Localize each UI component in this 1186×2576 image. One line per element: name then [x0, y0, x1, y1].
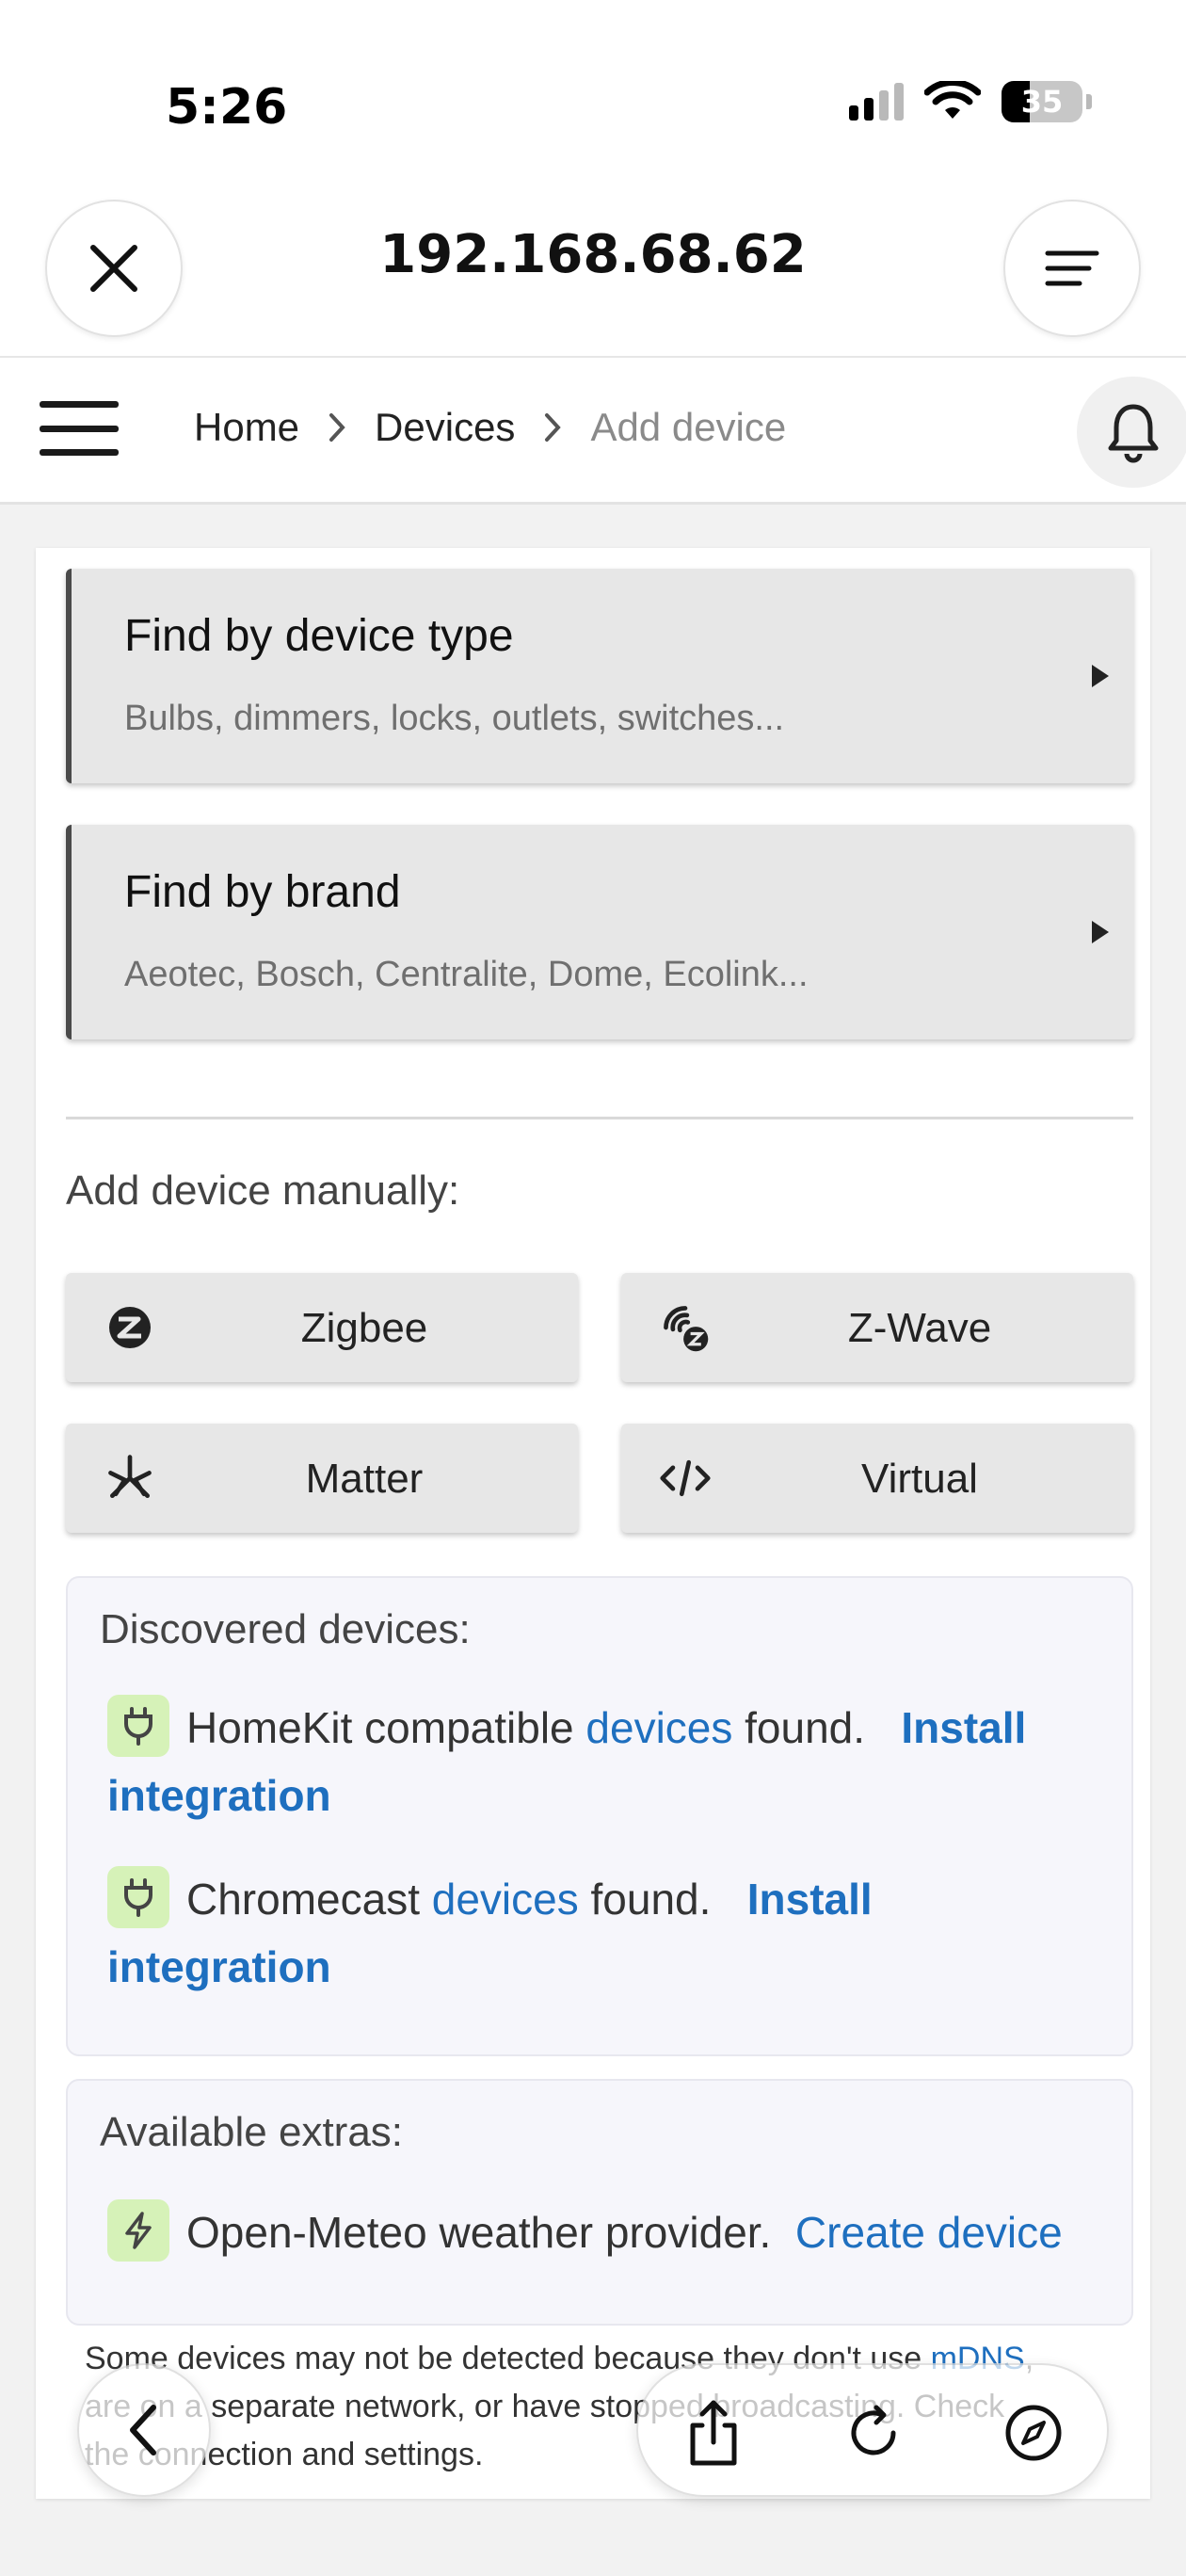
browser-menu-button[interactable]	[1003, 200, 1141, 337]
share-icon	[690, 2400, 737, 2466]
button-label: Z-Wave	[847, 1305, 992, 1351]
extra-text: Open-Meteo weather provider.	[186, 2208, 772, 2257]
play-arrow-icon	[1092, 665, 1109, 687]
reload-button[interactable]	[836, 2395, 911, 2471]
card-subtitle: Bulbs, dimmers, locks, outlets, switches…	[124, 699, 785, 738]
discovered-suffix: found.	[745, 1703, 866, 1752]
discovered-devices-title: Discovered devices:	[100, 1606, 471, 1652]
devices-link[interactable]: devices	[432, 1875, 579, 1924]
discovered-devices-panel: Discovered devices: HomeKit compatible d…	[66, 1576, 1133, 2056]
discovered-prefix: HomeKit compatible	[186, 1703, 574, 1752]
available-extras-title: Available extras:	[100, 2109, 404, 2155]
chevron-right-icon	[328, 411, 346, 443]
signal-icon	[849, 83, 904, 121]
zwave-icon	[659, 1301, 712, 1354]
battery-level: 35	[1020, 84, 1064, 120]
available-extras-panel: Available extras: Open-Meteo weather pro…	[66, 2079, 1133, 2326]
zigbee-icon	[104, 1301, 156, 1354]
card-title: Find by brand	[124, 867, 401, 917]
status-bar: 5:26 35	[0, 0, 1186, 198]
notifications-button[interactable]	[1077, 377, 1186, 488]
play-arrow-icon	[1092, 921, 1109, 943]
zwave-button[interactable]: Z-Wave	[621, 1273, 1133, 1382]
battery-icon: 35	[1002, 81, 1082, 122]
devices-link[interactable]: devices	[585, 1703, 732, 1752]
add-manually-label: Add device manually:	[66, 1167, 460, 1214]
share-button[interactable]	[676, 2395, 751, 2471]
add-device-content: Find by device type Bulbs, dimmers, lock…	[36, 548, 1150, 2499]
matter-button[interactable]: Matter	[66, 1424, 578, 1533]
discovered-item-chromecast: Chromecast devices found. Install integr…	[107, 1865, 1105, 2000]
discovered-suffix: found.	[590, 1875, 712, 1924]
app-toolbar: Home Devices Add device	[0, 358, 1186, 505]
find-by-brand-card[interactable]: Find by brand Aeotec, Bosch, Centralite,…	[66, 825, 1133, 1039]
compass-icon	[1005, 2405, 1062, 2461]
divider	[66, 1117, 1133, 1119]
zigbee-button[interactable]: Zigbee	[66, 1273, 578, 1382]
plug-icon	[107, 1865, 169, 1928]
create-device-link[interactable]: Create device	[795, 2208, 1063, 2257]
chevron-right-icon	[543, 411, 562, 443]
discovered-item-homekit: HomeKit compatible devices found. Instal…	[107, 1694, 1105, 1828]
reload-icon	[851, 2405, 896, 2455]
browser-actions-bar	[636, 2363, 1109, 2497]
breadcrumb: Home Devices Add device	[194, 405, 786, 450]
virtual-button[interactable]: Virtual	[621, 1424, 1133, 1533]
breadcrumb-add-device: Add device	[590, 405, 787, 449]
browser-header: 192.168.68.62	[0, 179, 1186, 358]
status-time: 5:26	[166, 79, 288, 136]
hamburger-menu-icon[interactable]	[40, 395, 119, 461]
extra-item-open-meteo: Open-Meteo weather provider. Create devi…	[107, 2198, 1133, 2267]
back-button[interactable]	[77, 2363, 211, 2497]
plug-icon	[107, 1694, 169, 1757]
wifi-icon	[924, 81, 981, 119]
discovered-prefix: Chromecast	[186, 1875, 420, 1924]
lightning-icon	[107, 2198, 169, 2262]
button-label: Matter	[305, 1456, 424, 1502]
breadcrumb-devices[interactable]: Devices	[375, 405, 515, 450]
chevron-left-icon	[130, 2405, 156, 2455]
matter-icon	[104, 1452, 156, 1505]
breadcrumb-home[interactable]: Home	[194, 405, 299, 450]
find-by-device-type-card[interactable]: Find by device type Bulbs, dimmers, lock…	[66, 569, 1133, 783]
status-icons: 35	[849, 81, 1092, 122]
code-icon	[659, 1452, 712, 1505]
button-label: Virtual	[861, 1456, 978, 1502]
card-subtitle: Aeotec, Bosch, Centralite, Dome, Ecolink…	[124, 955, 809, 994]
bell-icon	[1108, 404, 1159, 463]
menu-lines-icon	[1045, 250, 1099, 286]
card-title: Find by device type	[124, 611, 514, 661]
safari-compass-button[interactable]	[996, 2395, 1071, 2471]
button-label: Zigbee	[300, 1305, 428, 1351]
